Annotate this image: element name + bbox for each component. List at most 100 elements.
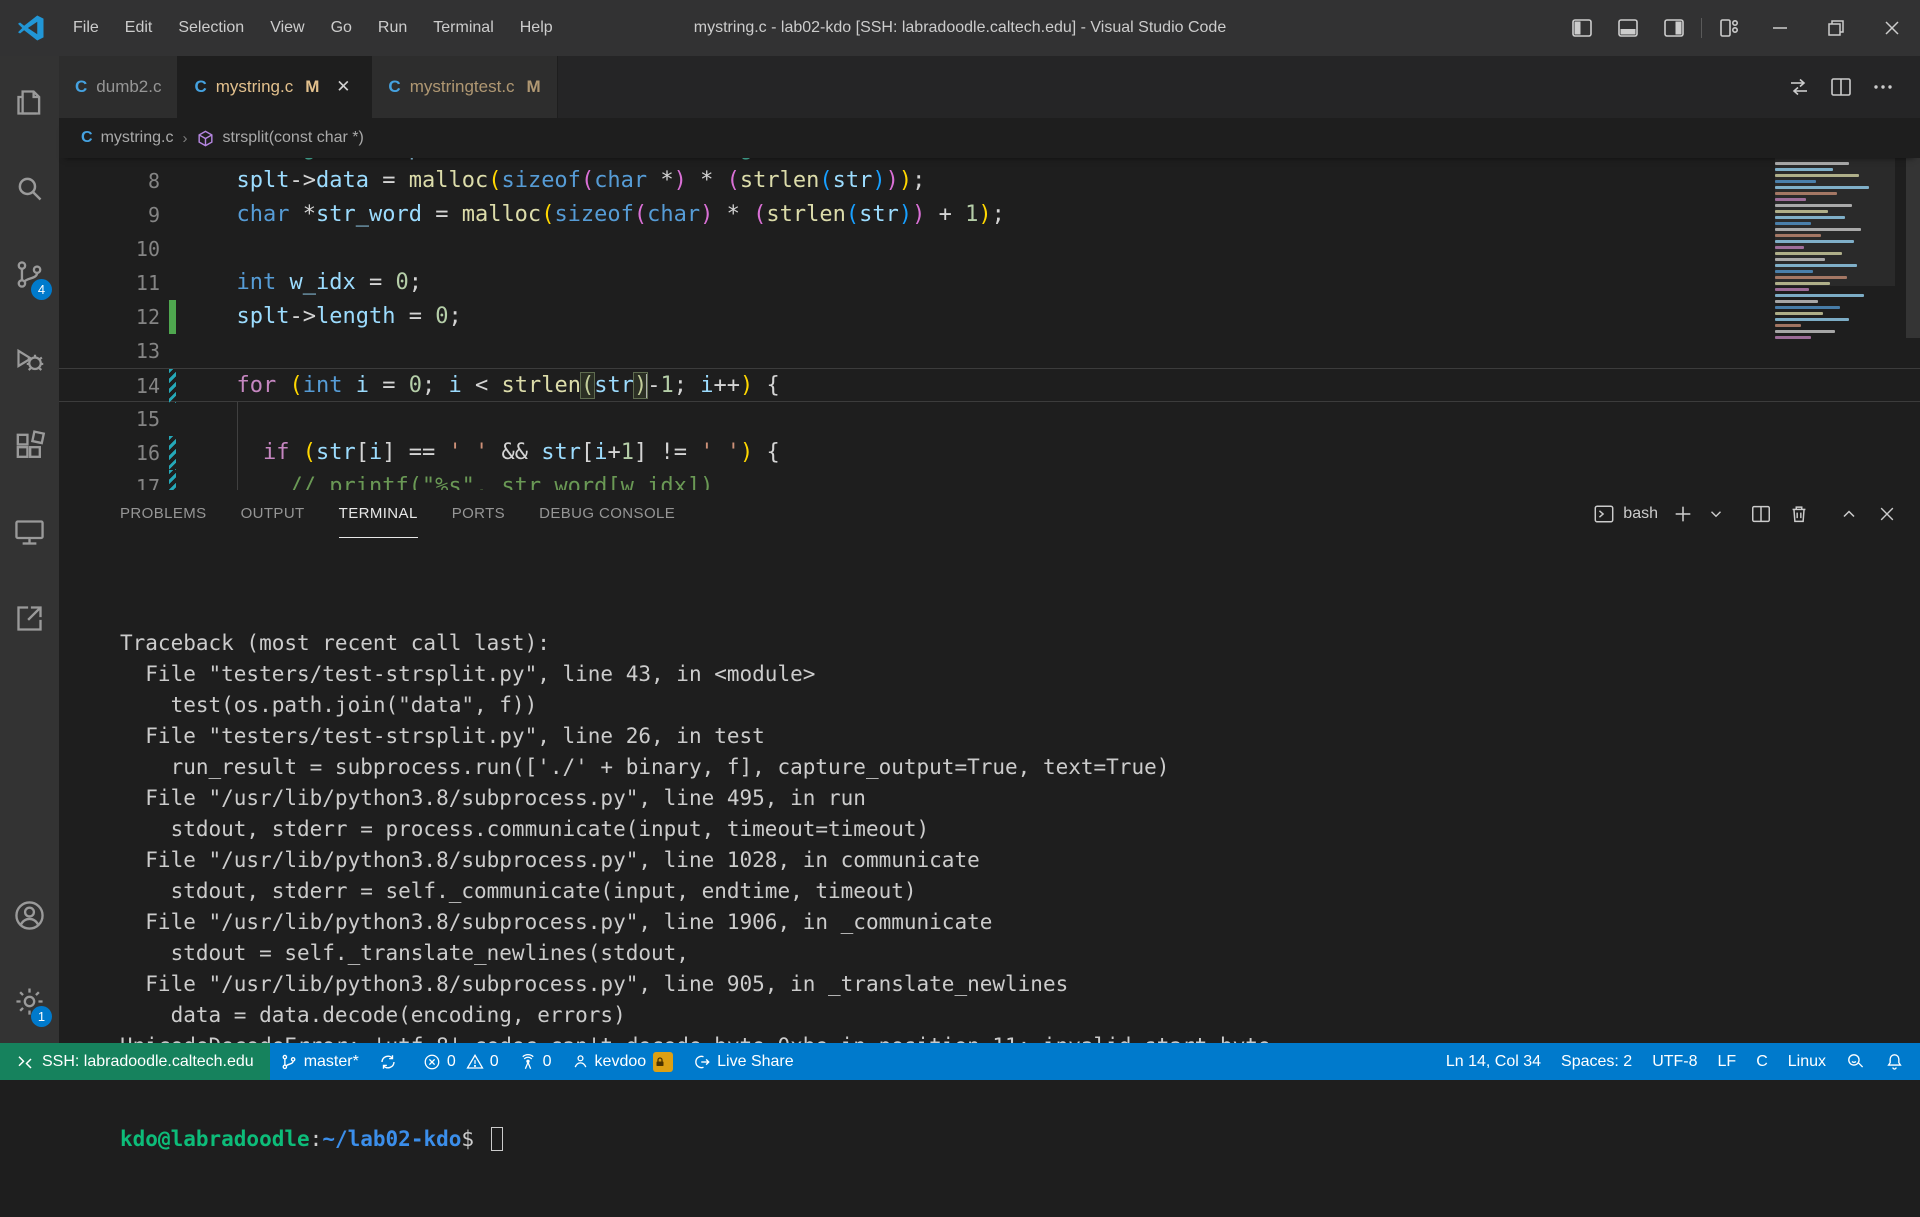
explorer-icon[interactable] [0, 70, 59, 134]
editor-line-8: 8 splt->data = malloc(sizeof(char *) * (… [59, 164, 1920, 198]
line-number: 13 [59, 334, 160, 368]
remote-indicator[interactable]: SSH: labradoodle.caltech.edu [0, 1043, 270, 1080]
line-number: 8 [59, 164, 160, 198]
menu-go[interactable]: Go [318, 19, 365, 37]
menu-terminal[interactable]: Terminal [420, 19, 506, 37]
liveshare-user[interactable]: kevdoo [562, 1043, 684, 1080]
terminal-shell-label[interactable]: bash [1593, 503, 1658, 525]
git-gutter-modified [169, 369, 176, 403]
terminal-line: stdout, stderr = self._communicate(input… [120, 876, 1920, 907]
line-number: 10 [59, 232, 160, 266]
tab-mystringtest.c[interactable]: Cmystringtest.cM [372, 56, 557, 118]
git-gutter-added [169, 300, 176, 334]
close-tab-icon[interactable]: ✕ [331, 77, 355, 97]
indent-guide [237, 402, 238, 436]
terminal-dropdown-icon[interactable] [1702, 494, 1730, 534]
maximize-panel-icon[interactable] [1830, 494, 1868, 534]
panel-tab-terminal[interactable]: TERMINAL [339, 490, 418, 538]
c-file-icon: C [388, 77, 400, 97]
close-panel-icon[interactable] [1868, 494, 1906, 534]
tab-dumb2.c[interactable]: Cdumb2.c [59, 56, 178, 118]
restore-button[interactable] [1808, 0, 1864, 56]
menu-file[interactable]: File [60, 19, 112, 37]
open-changes-icon[interactable] [1778, 56, 1820, 118]
editor-line-9: 9 char *str_word = malloc(sizeof(char) *… [59, 198, 1920, 232]
panel-tab-ports[interactable]: PORTS [452, 490, 505, 538]
minimap-line [1775, 216, 1845, 219]
breadcrumb-symbol[interactable]: strsplit(const char *) [222, 129, 363, 147]
editor-line-16: 16 if (str[i] == ' ' && str[i+1] != ' ')… [59, 436, 1920, 470]
minimap-line [1775, 300, 1818, 303]
minimap-line [1775, 234, 1821, 237]
menu-view[interactable]: View [257, 19, 317, 37]
toggle-sidebar-icon[interactable] [1559, 0, 1605, 56]
language-mode[interactable]: C [1746, 1043, 1778, 1080]
panel-tab-output[interactable]: OUTPUT [241, 490, 305, 538]
minimize-button[interactable] [1752, 0, 1808, 56]
vscode-logo-icon [16, 13, 46, 43]
panel-tab-problems[interactable]: PROBLEMS [120, 490, 207, 538]
toggle-secondary-sidebar-icon[interactable] [1651, 0, 1697, 56]
minimap-line [1775, 318, 1849, 321]
menu-selection[interactable]: Selection [165, 19, 257, 37]
line-number: 16 [59, 436, 160, 470]
terminal-line: File "testers/test-strsplit.py", line 43… [120, 659, 1920, 690]
ports-indicator[interactable]: 0 [509, 1043, 562, 1080]
minimap-line [1775, 306, 1840, 309]
eol-sequence[interactable]: LF [1708, 1043, 1747, 1080]
notifications-bell-icon[interactable] [1875, 1043, 1920, 1080]
new-terminal-icon[interactable] [1664, 494, 1702, 534]
sync-indicator[interactable] [369, 1043, 413, 1080]
live-share-status[interactable]: Live Share [683, 1043, 804, 1080]
settings-gear-icon[interactable]: 1 [0, 969, 59, 1033]
source-control-icon[interactable]: 4 [0, 242, 59, 306]
c-file-icon: C [194, 77, 206, 97]
branch-icon [280, 1053, 298, 1071]
minimap-line [1775, 228, 1861, 231]
accounts-icon[interactable] [0, 883, 59, 947]
menu-edit[interactable]: Edit [112, 19, 166, 37]
cursor-position[interactable]: Ln 14, Col 34 [1436, 1043, 1551, 1080]
code-editor[interactable]: StringList *splt = malloc(sizeof(StringL… [59, 158, 1920, 490]
minimap-line [1775, 240, 1854, 243]
close-window-button[interactable] [1864, 0, 1920, 56]
editor-scrollbar[interactable] [1906, 158, 1920, 338]
more-actions-icon[interactable] [1862, 56, 1904, 118]
customize-layout-icon[interactable] [1706, 0, 1752, 56]
indentation[interactable]: Spaces: 2 [1551, 1043, 1642, 1080]
terminal-output[interactable]: Traceback (most recent call last): File … [59, 538, 1920, 1217]
minimap[interactable] [1775, 158, 1895, 358]
feedback-icon[interactable] [1836, 1043, 1875, 1080]
remote-os[interactable]: Linux [1778, 1043, 1836, 1080]
panel-tab-debug-console[interactable]: DEBUG CONSOLE [539, 490, 675, 538]
problems-indicator[interactable]: 0 0 [413, 1043, 509, 1080]
extensions-icon[interactable] [0, 414, 59, 478]
git-gutter-modified [169, 470, 176, 490]
run-debug-icon[interactable] [0, 328, 59, 392]
code-text: splt->length = 0; [210, 300, 462, 334]
tab-mystring.c[interactable]: Cmystring.cM✕ [178, 56, 372, 118]
editor-line-14: 14 for (int i = 0; i < strlen(str)-1; i+… [59, 368, 1920, 402]
lock-icon [653, 1052, 673, 1072]
menu-help[interactable]: Help [507, 19, 566, 37]
menu-bar: FileEditSelectionViewGoRunTerminalHelp [60, 19, 566, 37]
menu-run[interactable]: Run [365, 19, 420, 37]
live-share-icon[interactable] [0, 586, 59, 650]
search-icon[interactable] [0, 156, 59, 220]
breadcrumb-file[interactable]: mystring.c [101, 129, 174, 147]
prompt-user: kdo@labradoodle [120, 1127, 310, 1151]
split-editor-icon[interactable] [1820, 56, 1862, 118]
remote-explorer-icon[interactable] [0, 500, 59, 564]
minimap-line [1775, 198, 1806, 201]
minimap-line [1775, 312, 1823, 315]
code-text: char *str_word = malloc(sizeof(char) * (… [210, 198, 1005, 232]
encoding[interactable]: UTF-8 [1642, 1043, 1707, 1080]
terminal-icon [1593, 503, 1615, 525]
minimap-line [1775, 168, 1833, 171]
kill-terminal-icon[interactable] [1780, 494, 1818, 534]
activity-bar: 4 1 [0, 56, 59, 1043]
editor-tab-bar: Cdumb2.cCmystring.cM✕Cmystringtest.cM [59, 56, 1920, 118]
toggle-panel-icon[interactable] [1605, 0, 1651, 56]
split-terminal-icon[interactable] [1742, 494, 1780, 534]
git-branch-indicator[interactable]: master* [270, 1043, 369, 1080]
